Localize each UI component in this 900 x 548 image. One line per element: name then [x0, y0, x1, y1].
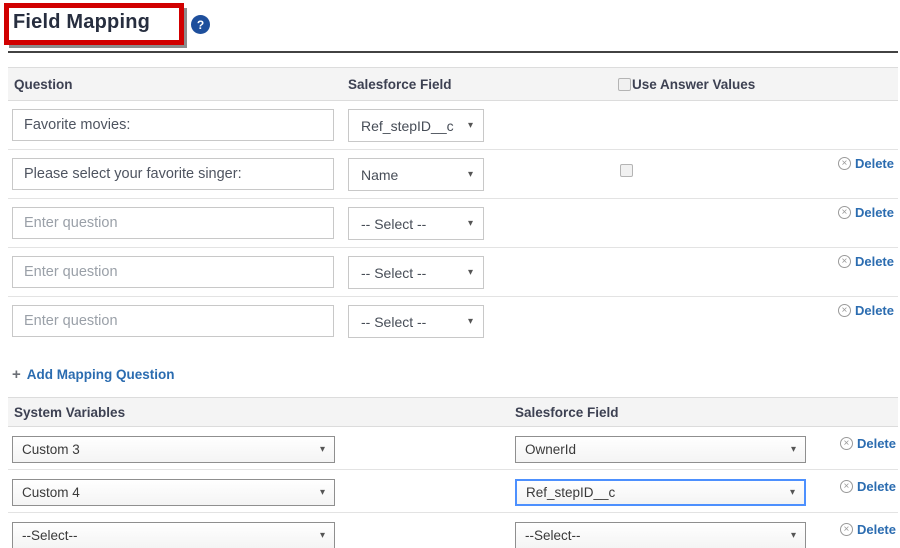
delete-circle-x-icon: × — [838, 206, 851, 219]
delete-button[interactable]: × Delete — [840, 436, 896, 451]
question-input[interactable] — [12, 158, 334, 190]
chevron-down-icon: ▾ — [468, 121, 473, 131]
question-input[interactable] — [12, 207, 334, 239]
chevron-down-icon: ▾ — [468, 170, 473, 180]
question-row: -- Select -- ▾ × Delete — [8, 199, 898, 248]
use-answer-values-label: Use Answer Values — [632, 77, 755, 92]
title-area: Field Mapping ? — [8, 0, 898, 51]
selected-salesforce-field: Ref_stepID__c — [361, 118, 454, 134]
chevron-down-icon: ▾ — [320, 488, 325, 498]
selected-salesforce-field: OwnerId — [525, 442, 576, 457]
delete-button[interactable]: × Delete — [838, 205, 894, 220]
selected-salesforce-field: --Select-- — [525, 528, 581, 543]
system-variable-select[interactable]: --Select-- ▾ — [12, 522, 335, 548]
selected-salesforce-field: Ref_stepID__c — [526, 485, 615, 500]
delete-circle-x-icon: × — [838, 157, 851, 170]
delete-button[interactable]: × Delete — [838, 156, 894, 171]
system-variable-select[interactable]: Custom 3 ▾ — [12, 436, 335, 463]
delete-circle-x-icon: × — [840, 523, 853, 536]
delete-button[interactable]: × Delete — [838, 254, 894, 269]
delete-button[interactable]: × Delete — [840, 522, 896, 537]
add-mapping-question-label: Add Mapping Question — [27, 367, 175, 382]
chevron-down-icon: ▾ — [468, 268, 473, 278]
delete-button[interactable]: × Delete — [840, 479, 896, 494]
question-row: -- Select -- ▾ × Delete — [8, 297, 898, 345]
delete-circle-x-icon: × — [838, 255, 851, 268]
page-title: Field Mapping — [13, 11, 150, 34]
question-table-header: Question Salesforce Field Use Answer Val… — [8, 67, 898, 101]
salesforce-field-select[interactable]: OwnerId ▾ — [515, 436, 806, 463]
question-mapping-table: Question Salesforce Field Use Answer Val… — [8, 67, 898, 345]
delete-label: Delete — [857, 436, 896, 451]
question-input[interactable] — [12, 256, 334, 288]
column-header-salesforce-field: Salesforce Field — [348, 77, 452, 92]
delete-circle-x-icon: × — [840, 480, 853, 493]
chevron-down-icon: ▾ — [468, 317, 473, 327]
column-header-salesforce-field: Salesforce Field — [515, 405, 619, 420]
delete-label: Delete — [855, 303, 894, 318]
selected-system-variable: Custom 3 — [22, 442, 80, 457]
delete-label: Delete — [857, 522, 896, 537]
help-icon[interactable]: ? — [191, 15, 210, 34]
selected-system-variable: Custom 4 — [22, 485, 80, 500]
use-answer-values-header-checkbox[interactable] — [618, 78, 631, 91]
system-variable-select[interactable]: Custom 4 ▾ — [12, 479, 335, 506]
selected-salesforce-field: -- Select -- — [361, 265, 426, 281]
system-variables-table: System Variables Salesforce Field Custom… — [8, 397, 898, 548]
column-header-question: Question — [8, 77, 73, 92]
section-divider — [8, 51, 898, 53]
chevron-down-icon: ▾ — [320, 445, 325, 455]
salesforce-field-select-focused[interactable]: Ref_stepID__c ▾ — [515, 479, 806, 506]
delete-button[interactable]: × Delete — [838, 303, 894, 318]
question-row: -- Select -- ▾ × Delete — [8, 248, 898, 297]
system-variable-row: Custom 3 ▾ OwnerId ▾ × Delete — [8, 427, 898, 470]
salesforce-field-select[interactable]: -- Select -- ▾ — [348, 305, 484, 338]
question-input[interactable] — [12, 109, 334, 141]
salesforce-field-select[interactable]: -- Select -- ▾ — [348, 207, 484, 240]
chevron-down-icon: ▾ — [468, 219, 473, 229]
delete-circle-x-icon: × — [840, 437, 853, 450]
chevron-down-icon: ▾ — [790, 488, 795, 498]
use-answer-values-header: Use Answer Values — [618, 77, 755, 92]
add-mapping-question-link[interactable]: + Add Mapping Question — [12, 367, 175, 382]
delete-label: Delete — [857, 479, 896, 494]
chevron-down-icon: ▾ — [791, 445, 796, 455]
delete-label: Delete — [855, 254, 894, 269]
question-row: Ref_stepID__c ▾ — [8, 101, 898, 150]
question-row: Name ▾ × Delete — [8, 150, 898, 199]
column-header-system-variables: System Variables — [8, 405, 125, 420]
system-variable-row: Custom 4 ▾ Ref_stepID__c ▾ × Delete — [8, 470, 898, 513]
salesforce-field-select[interactable]: Name ▾ — [348, 158, 484, 191]
use-answer-values-checkbox[interactable] — [620, 164, 633, 177]
selected-salesforce-field: -- Select -- — [361, 216, 426, 232]
delete-label: Delete — [855, 156, 894, 171]
system-table-header: System Variables Salesforce Field — [8, 397, 898, 427]
delete-circle-x-icon: × — [838, 304, 851, 317]
field-mapping-page: Field Mapping ? Question Salesforce Fiel… — [0, 0, 900, 548]
salesforce-field-select[interactable]: Ref_stepID__c ▾ — [348, 109, 484, 142]
chevron-down-icon: ▾ — [791, 531, 796, 541]
question-input[interactable] — [12, 305, 334, 337]
chevron-down-icon: ▾ — [320, 531, 325, 541]
salesforce-field-select[interactable]: -- Select -- ▾ — [348, 256, 484, 289]
selected-salesforce-field: -- Select -- — [361, 314, 426, 330]
selected-salesforce-field: Name — [361, 167, 398, 183]
selected-system-variable: --Select-- — [22, 528, 78, 543]
plus-icon: + — [12, 367, 21, 382]
system-variable-row: --Select-- ▾ --Select-- ▾ × Delete — [8, 513, 898, 548]
delete-label: Delete — [855, 205, 894, 220]
salesforce-field-select[interactable]: --Select-- ▾ — [515, 522, 806, 548]
